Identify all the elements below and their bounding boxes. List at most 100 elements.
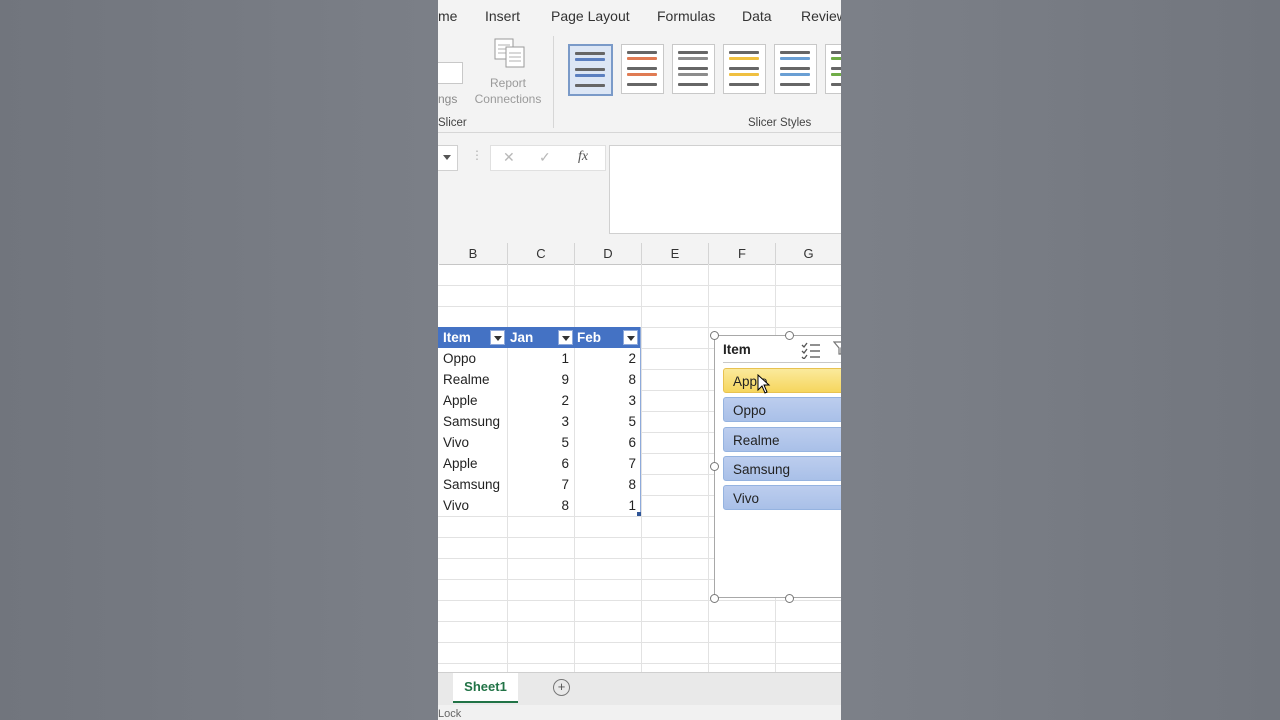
swatch-bar xyxy=(729,83,759,86)
table-cell[interactable]: 5 xyxy=(575,411,641,432)
swatch-bar xyxy=(780,83,810,86)
formula-bar: ⋮ ✕ ✓ fx xyxy=(438,133,841,243)
grid-hline xyxy=(438,621,841,622)
group-label-slicer-styles: Slicer Styles xyxy=(748,117,812,129)
resize-handle-icon[interactable] xyxy=(710,594,719,603)
table-cell[interactable]: Samsung xyxy=(438,474,508,495)
table-cell[interactable]: 5 xyxy=(508,432,575,453)
table-cell[interactable]: Vivo xyxy=(438,495,508,516)
column-header-g[interactable]: G xyxy=(776,243,841,265)
swatch-bar xyxy=(678,73,708,76)
slicer-style-swatch[interactable] xyxy=(723,44,766,94)
table-cell[interactable]: Apple xyxy=(438,390,508,411)
table-cell[interactable]: 3 xyxy=(575,390,641,411)
swatch-bar xyxy=(678,57,708,60)
resize-handle-icon[interactable] xyxy=(710,462,719,471)
grid-vline xyxy=(708,264,709,672)
swatch-bar xyxy=(831,51,841,54)
table-cell[interactable]: 7 xyxy=(508,474,575,495)
column-header-f[interactable]: F xyxy=(709,243,776,265)
filter-dropdown-icon[interactable] xyxy=(558,330,573,345)
group-label-slicer: Slicer xyxy=(438,117,467,129)
tab-data[interactable]: Data xyxy=(742,8,772,24)
multi-select-icon[interactable] xyxy=(801,341,821,359)
report-connections-icon xyxy=(494,38,525,68)
name-box[interactable] xyxy=(438,145,458,171)
insert-function-icon[interactable]: fx xyxy=(578,149,588,165)
report-connections-button[interactable]: Report Connections xyxy=(473,37,543,109)
resize-handle-icon[interactable] xyxy=(785,594,794,603)
table-cell[interactable]: Oppo xyxy=(438,348,508,369)
slicer-style-swatch[interactable] xyxy=(621,44,664,94)
swatch-bar xyxy=(831,67,841,70)
table-cell[interactable]: Realme xyxy=(438,369,508,390)
table-header-label: Feb xyxy=(577,330,602,345)
table-cell[interactable]: 8 xyxy=(575,369,641,390)
worksheet-grid[interactable]: B C D E F G Item Jan Feb Oppo 1 2 Realme 9 8 A… xyxy=(438,243,841,672)
swatch-bar xyxy=(575,52,605,55)
tab-review[interactable]: Review xyxy=(801,8,841,24)
table-header-feb[interactable]: Feb xyxy=(575,327,641,348)
report-label-line2: Connections xyxy=(474,92,542,106)
slicer-button-vivo[interactable]: Vivo xyxy=(723,485,841,511)
table-cell[interactable]: 1 xyxy=(508,348,575,369)
grid-hline xyxy=(438,642,841,643)
table-cell[interactable]: 6 xyxy=(575,432,641,453)
column-header-c[interactable]: C xyxy=(508,243,575,265)
swatch-bar xyxy=(678,83,708,86)
swatch-bar xyxy=(575,84,605,87)
clear-filter-icon[interactable] xyxy=(833,341,841,355)
column-header-d[interactable]: D xyxy=(575,243,642,265)
status-text: Lock xyxy=(438,708,462,720)
slicer-settings-button[interactable]: ngs xyxy=(438,92,457,106)
slicer-style-swatch[interactable] xyxy=(825,44,841,94)
swatch-bar xyxy=(780,51,810,54)
table-cell[interactable]: 9 xyxy=(508,369,575,390)
swatch-bar xyxy=(627,73,657,76)
enter-icon[interactable]: ✓ xyxy=(539,149,551,166)
swatch-bar xyxy=(678,51,708,54)
swatch-bar xyxy=(729,73,759,76)
slicer-button-samsung[interactable]: Samsung xyxy=(723,455,841,481)
grip-icon: ⋮ xyxy=(471,148,483,162)
table-cell[interactable]: Apple xyxy=(438,453,508,474)
table-header-jan[interactable]: Jan xyxy=(508,327,575,348)
slicer-item[interactable]: Item Apple Oppo Realme Samsung Vivo xyxy=(714,335,841,598)
tab-insert[interactable]: Insert xyxy=(485,8,520,24)
cancel-icon[interactable]: ✕ xyxy=(503,149,515,166)
table-cell[interactable]: 1 xyxy=(575,495,641,516)
add-sheet-icon[interactable]: + xyxy=(553,679,570,696)
sheet-tab-sheet1[interactable]: Sheet1 xyxy=(453,673,518,703)
column-header-b[interactable]: B xyxy=(439,243,508,265)
group-divider xyxy=(553,36,554,128)
slicer-caption-input[interactable] xyxy=(438,62,463,84)
column-header-e[interactable]: E xyxy=(642,243,709,265)
table-cell[interactable]: 2 xyxy=(575,348,641,369)
table-cell[interactable]: 8 xyxy=(508,495,575,516)
filter-dropdown-icon[interactable] xyxy=(623,330,638,345)
slicer-button-apple[interactable]: Apple xyxy=(723,368,841,393)
table-header-label: Jan xyxy=(510,330,534,345)
slicer-button-oppo[interactable]: Oppo xyxy=(723,397,841,423)
tab-home[interactable]: me xyxy=(438,8,457,24)
table-cell[interactable]: Vivo xyxy=(438,432,508,453)
slicer-style-swatch[interactable] xyxy=(672,44,715,94)
swatch-bar xyxy=(575,74,605,77)
resize-handle-icon[interactable] xyxy=(710,331,719,340)
table-cell[interactable]: Samsung xyxy=(438,411,508,432)
filter-dropdown-icon[interactable] xyxy=(490,330,505,345)
table-cell[interactable]: 2 xyxy=(508,390,575,411)
resize-handle-icon[interactable] xyxy=(785,331,794,340)
tab-page-layout[interactable]: Page Layout xyxy=(551,8,630,24)
slicer-button-realme[interactable]: Realme xyxy=(723,426,841,452)
table-cell[interactable]: 3 xyxy=(508,411,575,432)
table-cell[interactable]: 7 xyxy=(575,453,641,474)
tab-formulas[interactable]: Formulas xyxy=(657,8,715,24)
table-resize-handle[interactable] xyxy=(637,512,641,516)
table-cell[interactable]: 8 xyxy=(575,474,641,495)
slicer-style-swatch[interactable] xyxy=(568,44,613,96)
table-header-item[interactable]: Item xyxy=(438,327,508,348)
table-cell[interactable]: 6 xyxy=(508,453,575,474)
formula-input[interactable] xyxy=(609,145,841,234)
slicer-style-swatch[interactable] xyxy=(774,44,817,94)
